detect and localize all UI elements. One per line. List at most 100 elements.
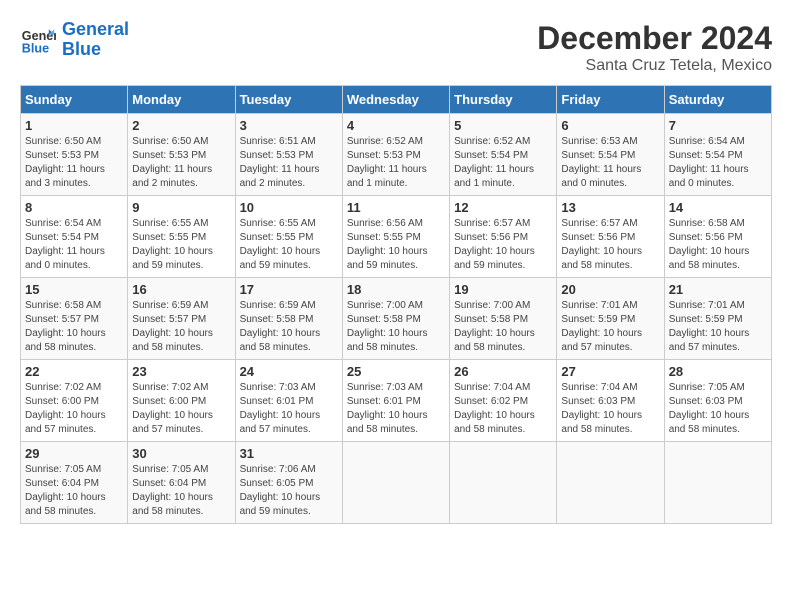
- calendar-day-cell: 4 Sunrise: 6:52 AM Sunset: 5:53 PM Dayli…: [342, 114, 449, 196]
- calendar-day-cell: 24 Sunrise: 7:03 AM Sunset: 6:01 PM Dayl…: [235, 360, 342, 442]
- day-info: Sunrise: 7:04 AM Sunset: 6:03 PM Dayligh…: [561, 381, 659, 437]
- day-info: Sunrise: 6:58 AM Sunset: 5:56 PM Dayligh…: [669, 217, 767, 273]
- day-number: 18: [347, 282, 445, 297]
- calendar-day-cell: 15 Sunrise: 6:58 AM Sunset: 5:57 PM Dayl…: [21, 278, 128, 360]
- calendar-day-cell: 25 Sunrise: 7:03 AM Sunset: 6:01 PM Dayl…: [342, 360, 449, 442]
- calendar-day-cell: [664, 442, 771, 524]
- day-of-week-header: Thursday: [450, 86, 557, 114]
- logo-icon: General Blue: [20, 22, 56, 58]
- day-number: 17: [240, 282, 338, 297]
- calendar-week-row: 15 Sunrise: 6:58 AM Sunset: 5:57 PM Dayl…: [21, 278, 772, 360]
- calendar-day-cell: 13 Sunrise: 6:57 AM Sunset: 5:56 PM Dayl…: [557, 196, 664, 278]
- calendar-day-cell: 3 Sunrise: 6:51 AM Sunset: 5:53 PM Dayli…: [235, 114, 342, 196]
- calendar-day-cell: 2 Sunrise: 6:50 AM Sunset: 5:53 PM Dayli…: [128, 114, 235, 196]
- day-number: 4: [347, 118, 445, 133]
- calendar-week-row: 29 Sunrise: 7:05 AM Sunset: 6:04 PM Dayl…: [21, 442, 772, 524]
- day-info: Sunrise: 6:51 AM Sunset: 5:53 PM Dayligh…: [240, 135, 338, 191]
- day-number: 19: [454, 282, 552, 297]
- day-info: Sunrise: 7:05 AM Sunset: 6:04 PM Dayligh…: [132, 463, 230, 519]
- day-info: Sunrise: 6:52 AM Sunset: 5:54 PM Dayligh…: [454, 135, 552, 191]
- day-info: Sunrise: 6:59 AM Sunset: 5:57 PM Dayligh…: [132, 299, 230, 355]
- day-info: Sunrise: 6:57 AM Sunset: 5:56 PM Dayligh…: [454, 217, 552, 273]
- day-number: 10: [240, 200, 338, 215]
- day-info: Sunrise: 7:03 AM Sunset: 6:01 PM Dayligh…: [240, 381, 338, 437]
- day-number: 12: [454, 200, 552, 215]
- calendar-day-cell: 23 Sunrise: 7:02 AM Sunset: 6:00 PM Dayl…: [128, 360, 235, 442]
- page-header: General Blue GeneralBlue December 2024 S…: [20, 20, 772, 75]
- day-number: 23: [132, 364, 230, 379]
- calendar-day-cell: 27 Sunrise: 7:04 AM Sunset: 6:03 PM Dayl…: [557, 360, 664, 442]
- calendar-day-cell: 7 Sunrise: 6:54 AM Sunset: 5:54 PM Dayli…: [664, 114, 771, 196]
- day-info: Sunrise: 7:04 AM Sunset: 6:02 PM Dayligh…: [454, 381, 552, 437]
- day-number: 7: [669, 118, 767, 133]
- calendar-header-row: SundayMondayTuesdayWednesdayThursdayFrid…: [21, 86, 772, 114]
- day-number: 27: [561, 364, 659, 379]
- day-info: Sunrise: 7:00 AM Sunset: 5:58 PM Dayligh…: [454, 299, 552, 355]
- day-info: Sunrise: 6:57 AM Sunset: 5:56 PM Dayligh…: [561, 217, 659, 273]
- day-number: 16: [132, 282, 230, 297]
- calendar-day-cell: 8 Sunrise: 6:54 AM Sunset: 5:54 PM Dayli…: [21, 196, 128, 278]
- day-info: Sunrise: 6:56 AM Sunset: 5:55 PM Dayligh…: [347, 217, 445, 273]
- logo: General Blue GeneralBlue: [20, 20, 129, 60]
- day-number: 28: [669, 364, 767, 379]
- day-info: Sunrise: 7:00 AM Sunset: 5:58 PM Dayligh…: [347, 299, 445, 355]
- day-number: 14: [669, 200, 767, 215]
- day-number: 2: [132, 118, 230, 133]
- day-number: 6: [561, 118, 659, 133]
- calendar-week-row: 8 Sunrise: 6:54 AM Sunset: 5:54 PM Dayli…: [21, 196, 772, 278]
- day-number: 31: [240, 446, 338, 461]
- day-of-week-header: Saturday: [664, 86, 771, 114]
- calendar-day-cell: 9 Sunrise: 6:55 AM Sunset: 5:55 PM Dayli…: [128, 196, 235, 278]
- day-number: 29: [25, 446, 123, 461]
- day-info: Sunrise: 6:50 AM Sunset: 5:53 PM Dayligh…: [132, 135, 230, 191]
- day-number: 22: [25, 364, 123, 379]
- day-number: 1: [25, 118, 123, 133]
- calendar-day-cell: 5 Sunrise: 6:52 AM Sunset: 5:54 PM Dayli…: [450, 114, 557, 196]
- month-title: December 2024: [537, 20, 772, 57]
- day-number: 5: [454, 118, 552, 133]
- calendar-day-cell: 20 Sunrise: 7:01 AM Sunset: 5:59 PM Dayl…: [557, 278, 664, 360]
- calendar-week-row: 1 Sunrise: 6:50 AM Sunset: 5:53 PM Dayli…: [21, 114, 772, 196]
- title-block: December 2024 Santa Cruz Tetela, Mexico: [537, 20, 772, 75]
- day-info: Sunrise: 7:03 AM Sunset: 6:01 PM Dayligh…: [347, 381, 445, 437]
- location-title: Santa Cruz Tetela, Mexico: [537, 57, 772, 75]
- day-number: 20: [561, 282, 659, 297]
- day-info: Sunrise: 6:52 AM Sunset: 5:53 PM Dayligh…: [347, 135, 445, 191]
- day-info: Sunrise: 6:59 AM Sunset: 5:58 PM Dayligh…: [240, 299, 338, 355]
- calendar-day-cell: [342, 442, 449, 524]
- calendar-week-row: 22 Sunrise: 7:02 AM Sunset: 6:00 PM Dayl…: [21, 360, 772, 442]
- day-info: Sunrise: 6:54 AM Sunset: 5:54 PM Dayligh…: [669, 135, 767, 191]
- calendar-day-cell: 6 Sunrise: 6:53 AM Sunset: 5:54 PM Dayli…: [557, 114, 664, 196]
- day-number: 9: [132, 200, 230, 215]
- day-info: Sunrise: 7:02 AM Sunset: 6:00 PM Dayligh…: [25, 381, 123, 437]
- day-number: 26: [454, 364, 552, 379]
- calendar-day-cell: 26 Sunrise: 7:04 AM Sunset: 6:02 PM Dayl…: [450, 360, 557, 442]
- day-info: Sunrise: 7:02 AM Sunset: 6:00 PM Dayligh…: [132, 381, 230, 437]
- day-of-week-header: Friday: [557, 86, 664, 114]
- day-of-week-header: Monday: [128, 86, 235, 114]
- day-info: Sunrise: 7:01 AM Sunset: 5:59 PM Dayligh…: [669, 299, 767, 355]
- day-info: Sunrise: 7:01 AM Sunset: 5:59 PM Dayligh…: [561, 299, 659, 355]
- calendar-day-cell: 19 Sunrise: 7:00 AM Sunset: 5:58 PM Dayl…: [450, 278, 557, 360]
- day-number: 21: [669, 282, 767, 297]
- day-number: 30: [132, 446, 230, 461]
- calendar-table: SundayMondayTuesdayWednesdayThursdayFrid…: [20, 85, 772, 524]
- calendar-day-cell: 12 Sunrise: 6:57 AM Sunset: 5:56 PM Dayl…: [450, 196, 557, 278]
- day-info: Sunrise: 6:50 AM Sunset: 5:53 PM Dayligh…: [25, 135, 123, 191]
- calendar-day-cell: [450, 442, 557, 524]
- calendar-day-cell: 22 Sunrise: 7:02 AM Sunset: 6:00 PM Dayl…: [21, 360, 128, 442]
- day-number: 24: [240, 364, 338, 379]
- calendar-day-cell: 14 Sunrise: 6:58 AM Sunset: 5:56 PM Dayl…: [664, 196, 771, 278]
- calendar-day-cell: 16 Sunrise: 6:59 AM Sunset: 5:57 PM Dayl…: [128, 278, 235, 360]
- calendar-day-cell: 28 Sunrise: 7:05 AM Sunset: 6:03 PM Dayl…: [664, 360, 771, 442]
- day-number: 25: [347, 364, 445, 379]
- day-info: Sunrise: 6:58 AM Sunset: 5:57 PM Dayligh…: [25, 299, 123, 355]
- calendar-day-cell: [557, 442, 664, 524]
- day-info: Sunrise: 7:05 AM Sunset: 6:04 PM Dayligh…: [25, 463, 123, 519]
- calendar-day-cell: 18 Sunrise: 7:00 AM Sunset: 5:58 PM Dayl…: [342, 278, 449, 360]
- day-number: 8: [25, 200, 123, 215]
- calendar-day-cell: 1 Sunrise: 6:50 AM Sunset: 5:53 PM Dayli…: [21, 114, 128, 196]
- day-number: 11: [347, 200, 445, 215]
- day-number: 13: [561, 200, 659, 215]
- day-of-week-header: Sunday: [21, 86, 128, 114]
